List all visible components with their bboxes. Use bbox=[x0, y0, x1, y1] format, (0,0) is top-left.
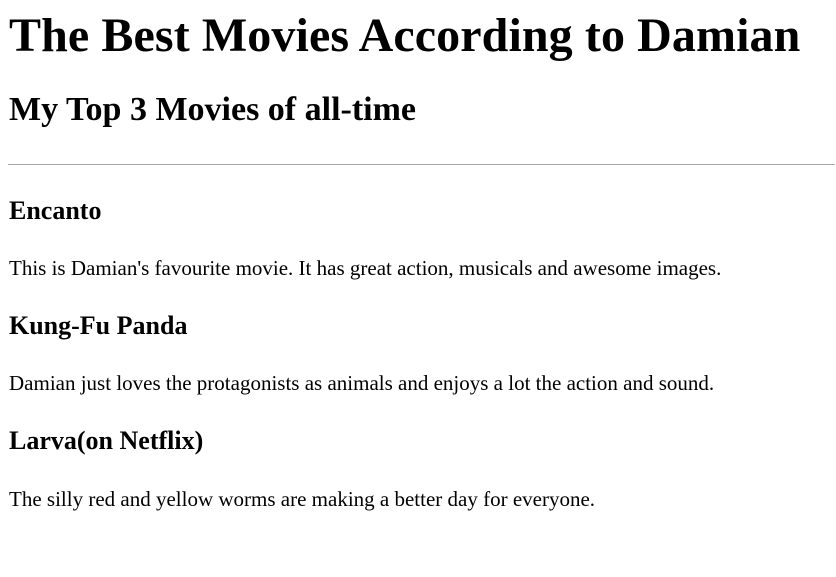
page-title: The Best Movies According to Damian bbox=[9, 9, 801, 62]
movie-title-kung-fu-panda: Kung-Fu Panda bbox=[9, 311, 188, 340]
page-content: The Best Movies According to Damian My T… bbox=[8, 0, 836, 511]
divider bbox=[8, 164, 835, 165]
movie-title-encanto: Encanto bbox=[9, 196, 102, 225]
movie-description-larva: The silly red and yellow worms are makin… bbox=[9, 487, 596, 511]
page-subtitle: My Top 3 Movies of all-time bbox=[9, 91, 417, 128]
movie-title-larva: Larva(on Netflix) bbox=[9, 426, 204, 455]
movie-description-kung-fu-panda: Damian just loves the protagonists as an… bbox=[9, 371, 715, 395]
movie-description-encanto: This is Damian's favourite movie. It has… bbox=[9, 256, 722, 280]
